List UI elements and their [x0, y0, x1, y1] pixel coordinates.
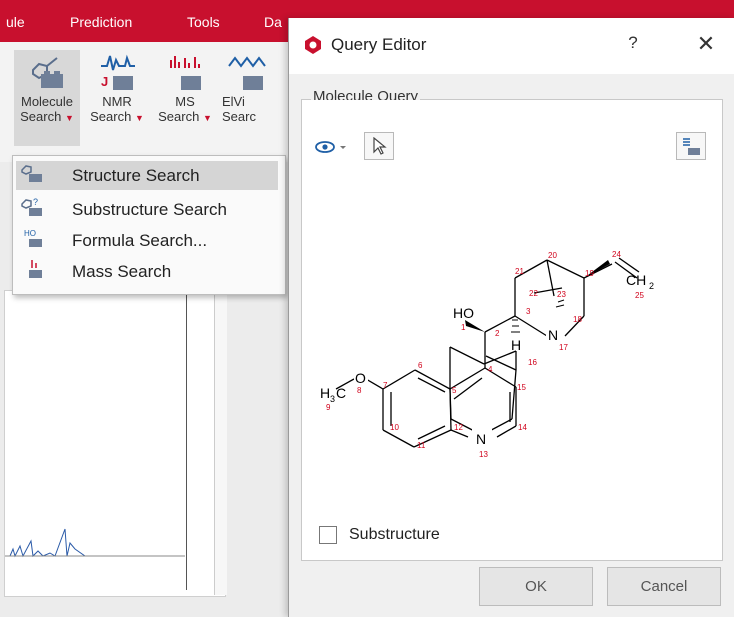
label-o: O: [355, 370, 366, 386]
label-h3c-c: C: [336, 385, 346, 401]
elvi-search-icon: [222, 50, 272, 94]
menu-item-substructure-search[interactable]: ? Substructure Search: [16, 195, 278, 224]
menu-item-mass-search[interactable]: Mass Search: [16, 257, 278, 286]
label-ch2-sub: 2: [649, 281, 654, 291]
ms-search-label: MS: [175, 94, 195, 109]
atom-number: 22: [529, 289, 538, 298]
scrollbar[interactable]: [214, 290, 227, 595]
atom-number: 14: [518, 423, 527, 432]
atom-number: 2: [495, 329, 500, 338]
substructure-checkbox[interactable]: [319, 526, 337, 544]
close-button[interactable]: ✕: [691, 31, 721, 59]
help-button[interactable]: ?: [619, 33, 647, 57]
atom-number: 8: [357, 386, 362, 395]
molecule-structure: HO CH 2 H 3 C O N N H 1 2 3 4 5 6 7 8 9 …: [320, 250, 654, 459]
app-logo-icon: [303, 35, 323, 60]
menu-item-label: Formula Search...: [72, 230, 208, 250]
ok-button[interactable]: OK: [479, 567, 593, 606]
structure-search-icon: [20, 162, 48, 189]
ribbon-body: Molecule Search ▼ J NMR Search ▼ MS Sear…: [0, 42, 290, 163]
tab-prediction[interactable]: Prediction: [70, 14, 132, 30]
substructure-label: Substructure: [349, 526, 440, 543]
label-h3c-h: H: [320, 385, 330, 401]
atom-number: 16: [528, 358, 537, 367]
atom-number: 25: [635, 291, 644, 300]
label-ho: HO: [453, 305, 474, 321]
substructure-search-icon: ?: [20, 196, 48, 223]
tab-data[interactable]: Da: [264, 14, 282, 30]
elvi-search-label-2: Searc: [222, 109, 256, 124]
atom-number: 11: [417, 441, 426, 450]
query-editor-dialog: Query Editor ? ✕ Molecule Query HO CH 2 …: [288, 18, 734, 617]
chevron-down-icon: ▼: [202, 113, 212, 123]
atom-number: 19: [585, 269, 594, 278]
atom-number: 10: [390, 423, 399, 432]
svg-text:J: J: [101, 74, 108, 89]
atom-number: 17: [559, 343, 568, 352]
atom-number: 9: [326, 403, 331, 412]
atom-number: 13: [479, 450, 488, 459]
atom-number: 12: [454, 423, 463, 432]
label-n13: N: [476, 431, 486, 447]
molecule-search-label-2: Search: [20, 109, 62, 124]
chevron-down-icon: ▼: [64, 113, 74, 123]
molecule-canvas[interactable]: HO CH 2 H 3 C O N N H 1 2 3 4 5 6 7 8 9 …: [302, 100, 720, 558]
atom-number: 23: [557, 290, 566, 299]
atom-number: 20: [548, 251, 557, 260]
svg-text:?: ?: [33, 197, 38, 207]
menu-item-formula-search[interactable]: HO Formula Search...: [16, 226, 278, 255]
label-h3c-sub: 3: [330, 394, 335, 404]
cancel-button[interactable]: Cancel: [607, 567, 721, 606]
molecule-search-button[interactable]: Molecule Search ▼: [14, 50, 80, 146]
nmr-search-icon: J: [84, 50, 150, 94]
nmr-search-label: NMR: [102, 94, 132, 109]
substructure-checkbox-row[interactable]: Substructure: [319, 526, 440, 544]
formula-search-icon: HO: [20, 227, 48, 254]
dialog-title: Query Editor: [331, 35, 427, 54]
menu-item-label: Structure Search: [72, 165, 200, 185]
atom-number: 21: [515, 267, 524, 276]
dialog-titlebar[interactable]: Query Editor ? ✕: [289, 18, 734, 74]
elvi-search-button[interactable]: ElVi Searc: [222, 50, 272, 124]
svg-text:HO: HO: [24, 229, 36, 238]
molecule-search-icon: [14, 50, 80, 94]
label-h16: H: [511, 337, 521, 353]
molecule-search-label: Molecule: [20, 94, 74, 109]
atom-number: 5: [452, 386, 457, 395]
chevron-down-icon: ▼: [134, 113, 144, 123]
tab-molecule[interactable]: ule: [6, 14, 25, 30]
mass-search-icon: [20, 258, 48, 285]
tab-tools[interactable]: Tools: [187, 14, 220, 30]
atom-number: 7: [383, 381, 388, 390]
atom-number: 18: [573, 315, 582, 324]
ms-search-icon: [152, 50, 218, 94]
atom-number: 3: [526, 307, 531, 316]
atom-number: 1: [461, 323, 466, 332]
atom-number: 6: [418, 361, 423, 370]
label-n17: N: [548, 327, 558, 343]
ms-search-label-2: Search: [158, 109, 200, 124]
atom-number: 24: [612, 250, 621, 259]
spectrum-axis: [186, 290, 215, 590]
menu-item-label: Substructure Search: [72, 199, 227, 219]
nmr-search-button[interactable]: J NMR Search ▼: [84, 50, 150, 126]
molecule-search-menu: Structure Search ? Substructure Search H…: [12, 155, 286, 295]
menu-item-structure-search[interactable]: Structure Search: [16, 161, 278, 190]
atom-number: 15: [517, 383, 526, 392]
atom-number: 4: [488, 365, 493, 374]
label-ch2: CH: [626, 272, 646, 288]
menu-item-label: Mass Search: [72, 261, 172, 281]
elvi-search-label: ElVi: [222, 94, 245, 109]
nmr-search-label-2: Search: [90, 109, 132, 124]
ms-search-button[interactable]: MS Search ▼: [152, 50, 218, 126]
